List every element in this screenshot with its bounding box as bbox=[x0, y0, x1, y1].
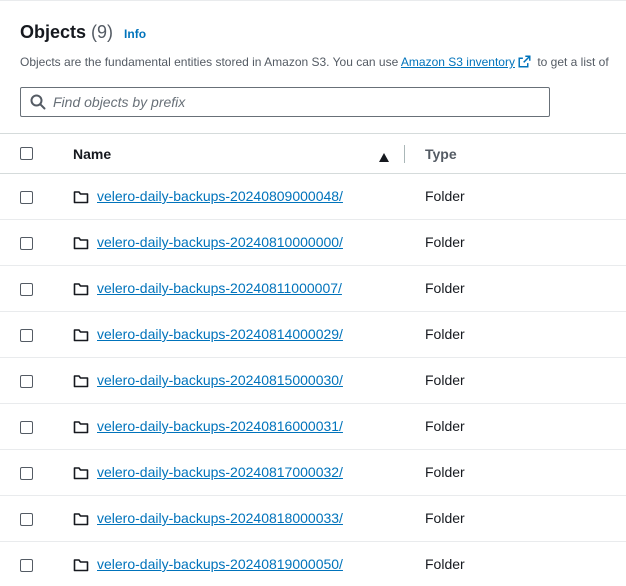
page-title: Objects bbox=[20, 22, 87, 42]
folder-icon bbox=[73, 373, 89, 389]
object-name-link[interactable]: velero-daily-backups-20240814000029/ bbox=[97, 326, 343, 342]
object-name-link[interactable]: velero-daily-backups-20240810000000/ bbox=[97, 234, 343, 250]
folder-icon bbox=[73, 235, 89, 251]
table-header: Name Type bbox=[0, 134, 626, 174]
search-box[interactable] bbox=[20, 87, 550, 117]
object-name-link[interactable]: velero-daily-backups-20240817000032/ bbox=[97, 464, 343, 480]
table-body: velero-daily-backups-20240809000048/ Fol… bbox=[0, 174, 626, 586]
search-icon bbox=[30, 94, 46, 110]
object-type: Folder bbox=[425, 326, 465, 342]
description-text-before: Objects are the fundamental entities sto… bbox=[20, 55, 401, 69]
object-name-link[interactable]: velero-daily-backups-20240818000033/ bbox=[97, 510, 343, 526]
object-name-link[interactable]: velero-daily-backups-20240809000048/ bbox=[97, 188, 343, 204]
folder-icon bbox=[73, 327, 89, 343]
column-header-type[interactable]: Type bbox=[425, 146, 457, 162]
object-name-link[interactable]: velero-daily-backups-20240816000031/ bbox=[97, 418, 343, 434]
top-divider bbox=[0, 0, 626, 1]
table-row: velero-daily-backups-20240816000031/ Fol… bbox=[0, 404, 626, 450]
table-row: velero-daily-backups-20240818000033/ Fol… bbox=[0, 496, 626, 542]
folder-icon bbox=[73, 465, 89, 481]
objects-header: Objects (9) Info bbox=[20, 22, 146, 46]
object-type: Folder bbox=[425, 464, 465, 480]
table-row: velero-daily-backups-20240819000050/ Fol… bbox=[0, 542, 626, 586]
row-checkbox[interactable] bbox=[20, 467, 33, 480]
description-text-after: to get a list of bbox=[533, 55, 609, 69]
info-link[interactable]: Info bbox=[124, 27, 146, 41]
search-input[interactable] bbox=[53, 94, 523, 110]
object-type: Folder bbox=[425, 418, 465, 434]
row-checkbox[interactable] bbox=[20, 513, 33, 526]
object-type: Folder bbox=[425, 556, 465, 572]
object-type: Folder bbox=[425, 280, 465, 296]
table-row: velero-daily-backups-20240814000029/ Fol… bbox=[0, 312, 626, 358]
folder-icon bbox=[73, 281, 89, 297]
select-all-checkbox[interactable] bbox=[20, 147, 33, 160]
object-name-link[interactable]: velero-daily-backups-20240815000030/ bbox=[97, 372, 343, 388]
table-row: velero-daily-backups-20240810000000/ Fol… bbox=[0, 220, 626, 266]
folder-icon bbox=[73, 511, 89, 527]
row-checkbox[interactable] bbox=[20, 421, 33, 434]
row-checkbox[interactable] bbox=[20, 191, 33, 204]
object-name-link[interactable]: velero-daily-backups-20240819000050/ bbox=[97, 556, 343, 572]
column-resize-handle[interactable] bbox=[404, 145, 405, 163]
row-checkbox[interactable] bbox=[20, 559, 33, 572]
table-row: velero-daily-backups-20240815000030/ Fol… bbox=[0, 358, 626, 404]
objects-description: Objects are the fundamental entities sto… bbox=[20, 54, 626, 70]
folder-icon bbox=[73, 419, 89, 435]
table-row: velero-daily-backups-20240809000048/ Fol… bbox=[0, 174, 626, 220]
row-checkbox[interactable] bbox=[20, 237, 33, 250]
external-link-icon[interactable] bbox=[518, 55, 531, 70]
row-checkbox[interactable] bbox=[20, 375, 33, 388]
object-type: Folder bbox=[425, 188, 465, 204]
inventory-link[interactable]: Amazon S3 inventory bbox=[401, 55, 515, 69]
object-type: Folder bbox=[425, 234, 465, 250]
object-name-link[interactable]: velero-daily-backups-20240811000007/ bbox=[97, 280, 342, 296]
object-count: (9) bbox=[91, 22, 114, 42]
object-type: Folder bbox=[425, 372, 465, 388]
object-type: Folder bbox=[425, 510, 465, 526]
sort-ascending-icon[interactable] bbox=[379, 149, 389, 162]
row-checkbox[interactable] bbox=[20, 329, 33, 342]
row-checkbox[interactable] bbox=[20, 283, 33, 296]
folder-icon bbox=[73, 557, 89, 573]
table-row: velero-daily-backups-20240811000007/ Fol… bbox=[0, 266, 626, 312]
table-row: velero-daily-backups-20240817000032/ Fol… bbox=[0, 450, 626, 496]
folder-icon bbox=[73, 189, 89, 205]
column-header-name[interactable]: Name bbox=[73, 146, 111, 162]
